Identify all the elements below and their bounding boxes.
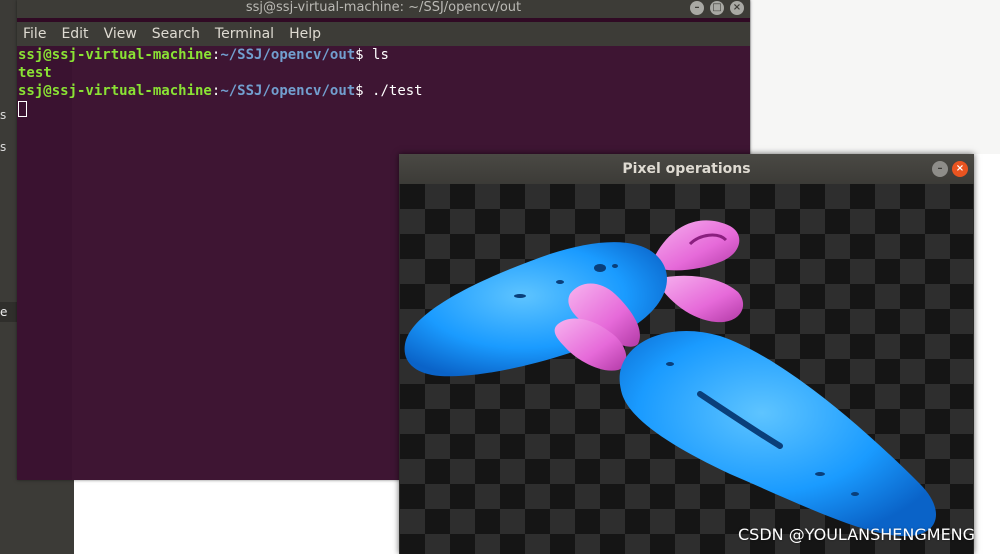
image-window-title: Pixel operations — [622, 161, 751, 177]
minimize-icon[interactable]: – — [932, 161, 948, 177]
text-cursor — [18, 101, 27, 117]
minimize-icon[interactable]: – — [690, 1, 704, 15]
prompt-path: ~/SSJ/opencv/out — [220, 47, 356, 63]
terminal-line: test — [18, 64, 750, 82]
desktop-fragment-text: s — [0, 108, 7, 122]
image-canvas — [400, 184, 973, 554]
desktop-fragment-text: s — [0, 140, 7, 154]
menu-help[interactable]: Help — [289, 22, 321, 46]
terminal-line — [18, 100, 750, 118]
terminal-window-controls: – □ × — [690, 1, 744, 15]
command-text: ls — [372, 47, 389, 63]
background-window-edge — [750, 0, 1000, 154]
maximize-icon[interactable]: □ — [710, 1, 724, 15]
prompt-user: ssj@ssj-virtual-machine — [18, 83, 212, 99]
close-icon[interactable]: × — [730, 1, 744, 15]
terminal-line: ssj@ssj-virtual-machine:~/SSJ/opencv/out… — [18, 46, 750, 64]
carrot-body-front — [619, 330, 937, 537]
terminal-title: ssj@ssj-virtual-machine: ~/SSJ/opencv/ou… — [245, 0, 522, 15]
prompt-symbol: $ — [355, 47, 373, 63]
menu-view[interactable]: View — [104, 22, 137, 46]
watermark-text: CSDN @YOULANSHENGMENG — [738, 525, 976, 544]
command-text: ./test — [372, 83, 423, 99]
image-window-titlebar[interactable]: Pixel operations – × — [399, 154, 974, 184]
prompt-path: ~/SSJ/opencv/out — [220, 83, 356, 99]
prompt-user: ssj@ssj-virtual-machine — [18, 47, 212, 63]
prompt-symbol: $ — [355, 83, 373, 99]
close-icon[interactable]: × — [952, 161, 968, 177]
menu-edit[interactable]: Edit — [61, 22, 88, 46]
command-output: test — [18, 65, 52, 81]
terminal-titlebar[interactable]: ssj@ssj-virtual-machine: ~/SSJ/opencv/ou… — [17, 0, 750, 18]
carrot-image — [404, 220, 937, 537]
terminal-menubar: File Edit View Search Terminal Help — [17, 22, 750, 46]
terminal-line: ssj@ssj-virtual-machine:~/SSJ/opencv/out… — [18, 82, 750, 100]
menu-terminal[interactable]: Terminal — [215, 22, 274, 46]
menu-file[interactable]: File — [23, 22, 46, 46]
image-window-controls: – × — [932, 161, 968, 177]
menu-search[interactable]: Search — [152, 22, 200, 46]
image-window[interactable]: Pixel operations – × — [399, 154, 974, 554]
